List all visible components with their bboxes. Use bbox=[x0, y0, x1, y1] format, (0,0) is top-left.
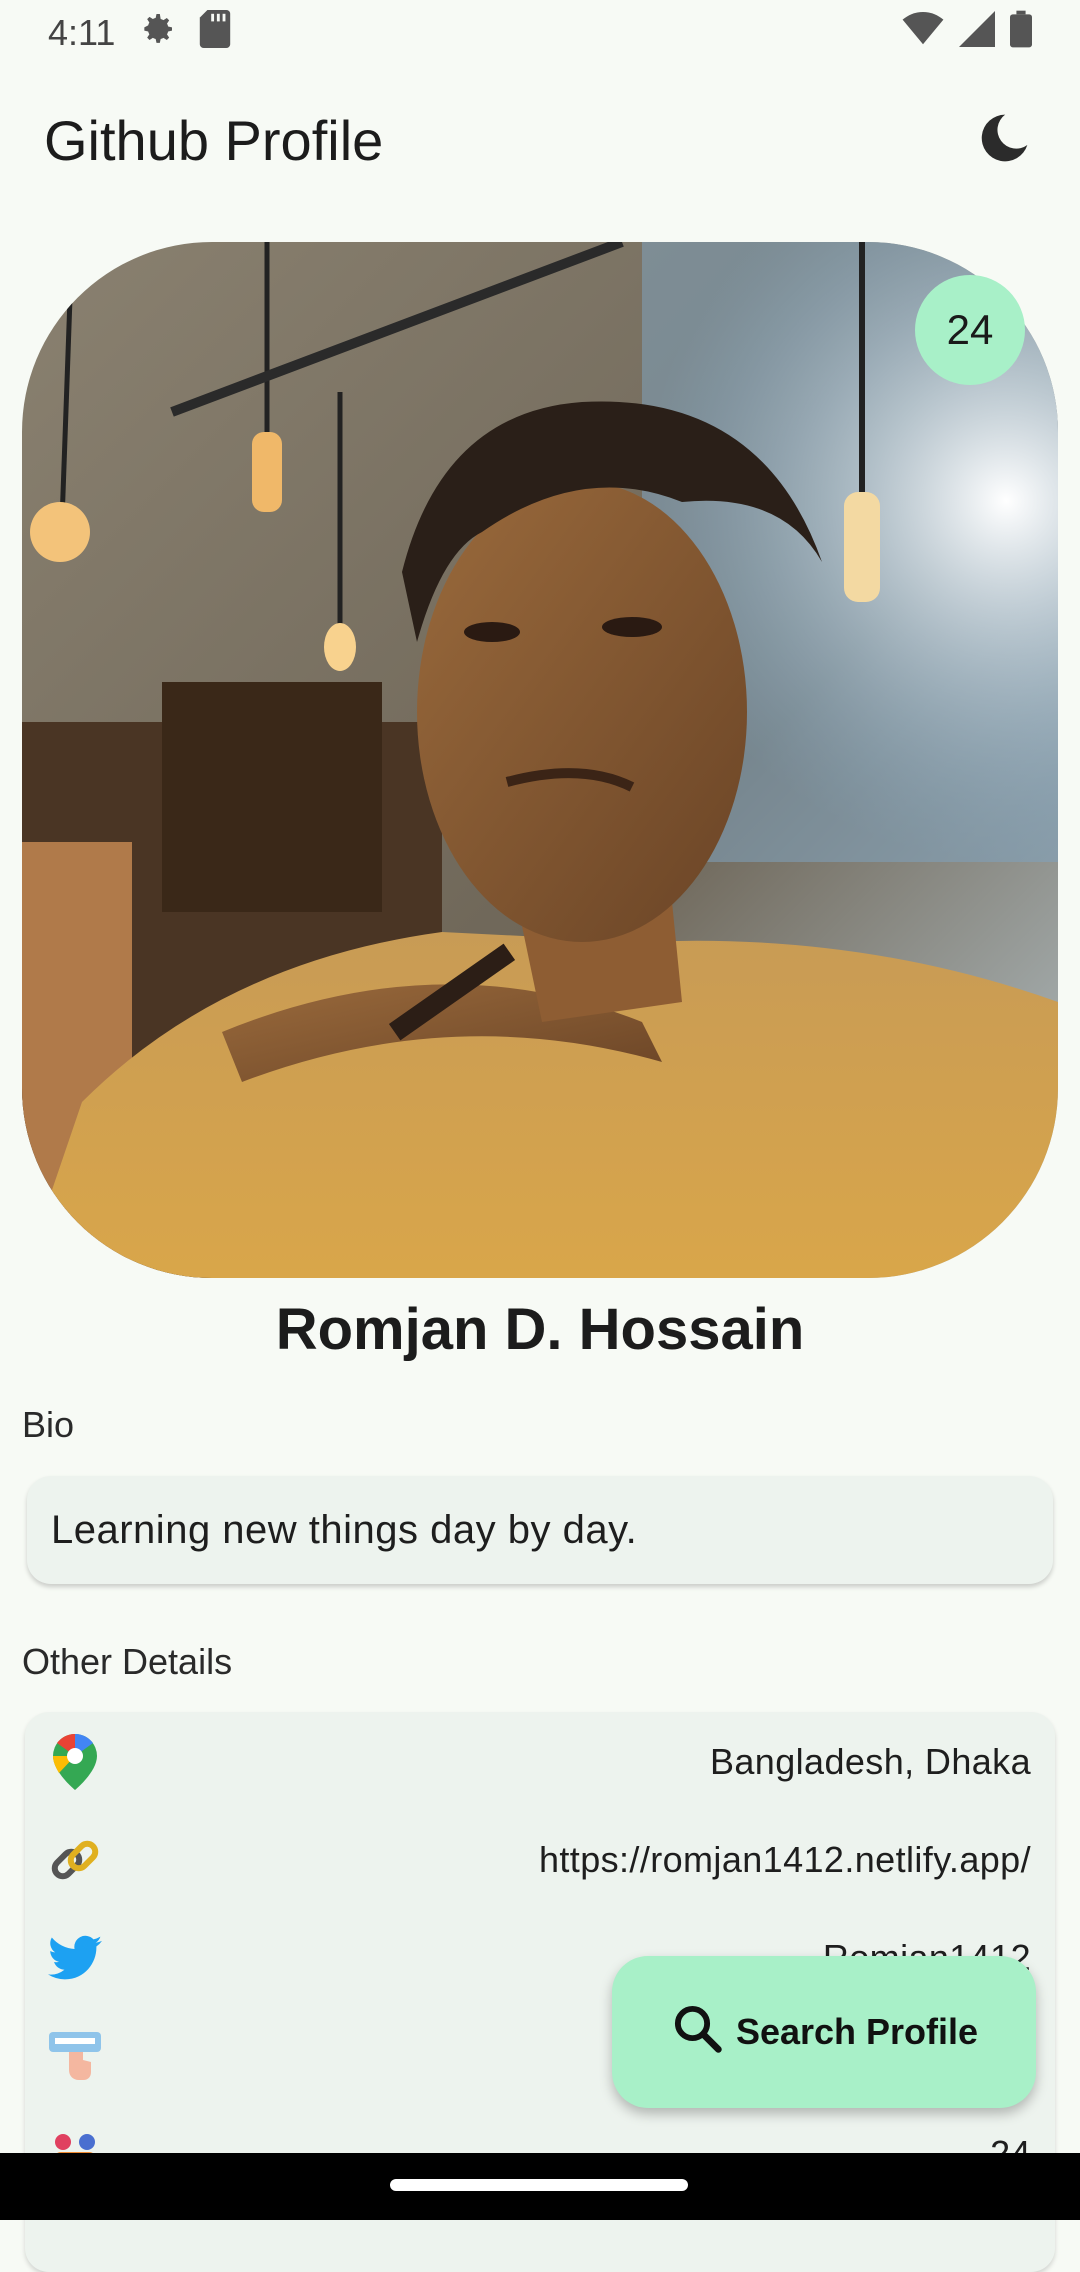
map-pin-icon bbox=[47, 1734, 103, 1790]
theme-toggle-button[interactable] bbox=[972, 108, 1036, 172]
profile-avatar bbox=[22, 242, 1058, 1278]
detail-row-website[interactable]: https://romjan1412.netlify.app/ bbox=[25, 1820, 1055, 1900]
twitter-icon bbox=[47, 1930, 103, 1986]
location-value: Bangladesh, Dhaka bbox=[709, 1741, 1031, 1782]
signal-icon bbox=[958, 10, 996, 56]
bio-card: Learning new things day by day. bbox=[27, 1476, 1053, 1584]
other-details-label: Other Details bbox=[22, 1641, 233, 1682]
search-profile-label: Search Profile bbox=[735, 2011, 979, 2052]
moon-icon bbox=[976, 110, 1032, 171]
settings-icon bbox=[137, 9, 177, 58]
website-value[interactable]: https://romjan1412.netlify.app/ bbox=[539, 1839, 1031, 1881]
profile-name: Romjan D. Hossain bbox=[275, 1297, 805, 1362]
follow-icon bbox=[47, 2028, 103, 2084]
navigation-bar bbox=[0, 2153, 1080, 2220]
home-handle[interactable] bbox=[390, 2179, 688, 2191]
app-bar: Github Profile bbox=[0, 90, 1080, 190]
search-icon bbox=[670, 2001, 724, 2064]
status-bar: 4:11 bbox=[0, 0, 1080, 66]
link-icon bbox=[47, 1832, 103, 1888]
bio-label: Bio bbox=[22, 1404, 75, 1445]
battery-icon bbox=[1010, 10, 1032, 57]
sd-card-icon bbox=[199, 9, 231, 57]
search-profile-button[interactable]: Search Profile bbox=[612, 1956, 1036, 2108]
repo-count-badge: 24 bbox=[915, 275, 1025, 385]
app-title: Github Profile bbox=[44, 108, 384, 172]
detail-row-location: Bangladesh, Dhaka bbox=[25, 1722, 1055, 1802]
avatar-photo bbox=[22, 242, 1058, 1278]
bio-text: Learning new things day by day. bbox=[51, 1507, 638, 1552]
wifi-icon bbox=[902, 11, 944, 55]
status-time: 4:11 bbox=[48, 12, 116, 53]
